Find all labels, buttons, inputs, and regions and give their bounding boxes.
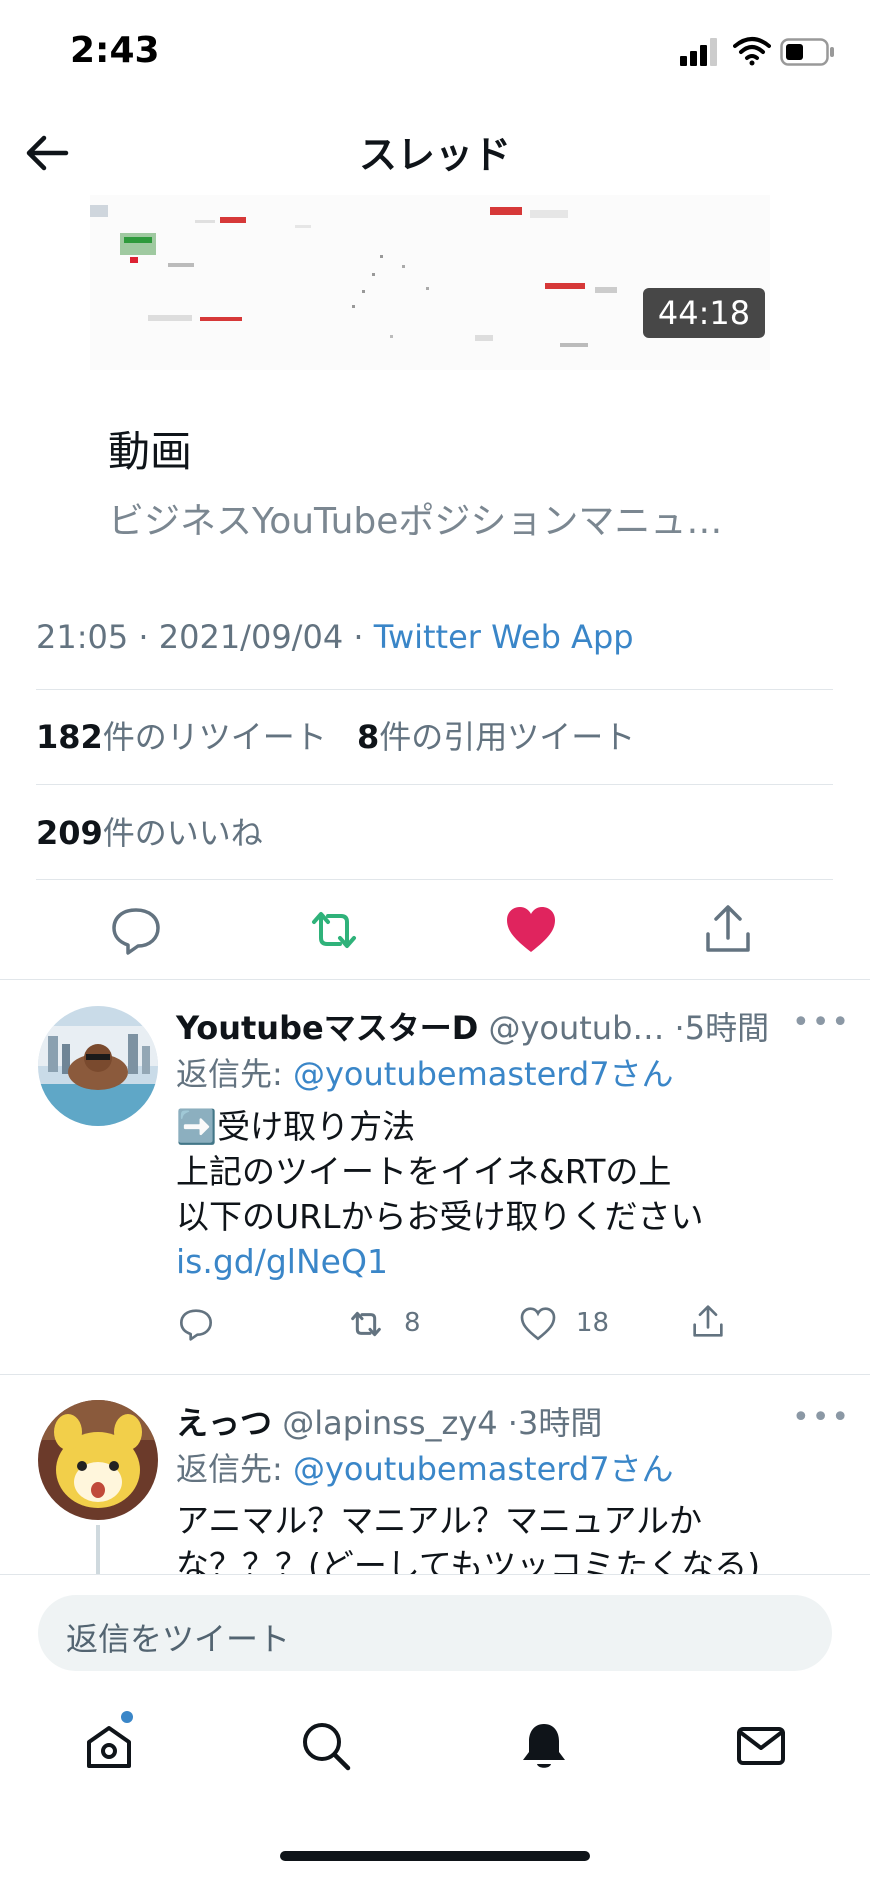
- reply-to-prefix: 返信先:: [176, 1055, 293, 1093]
- home-icon[interactable]: [81, 1718, 137, 1774]
- retweet-icon[interactable]: [304, 900, 364, 960]
- notification-dot: [121, 1711, 133, 1723]
- reply-time: ·5時間: [674, 1009, 770, 1047]
- reply-line: 上記のツイートをイイネ&RTの上: [176, 1152, 672, 1191]
- share-icon[interactable]: [698, 900, 758, 960]
- tweet-source-link[interactable]: Twitter Web App: [374, 618, 634, 656]
- divider: [0, 979, 870, 980]
- avatar[interactable]: [38, 1006, 158, 1126]
- divider: [0, 1374, 870, 1375]
- reply-to-handle[interactable]: @youtubemasterd7さん: [293, 1055, 674, 1093]
- retweets-count: 182: [36, 718, 103, 756]
- reply-like-count: 18: [576, 1308, 610, 1338]
- more-icon[interactable]: •••: [792, 1400, 851, 1435]
- reply-text: アニマル？マニアル？マニュアルか な？？？(どーしてもツッコミたくなる): [176, 1498, 836, 1574]
- heart-icon[interactable]: [501, 900, 561, 960]
- wifi-icon: [733, 37, 771, 66]
- card-description[interactable]: ビジネスYouTubeポジションマニュ…: [108, 492, 722, 544]
- likes-label: 件のいいね: [102, 814, 263, 852]
- reply-header: YoutubeマスターD @youtub… ·5時間: [176, 1003, 769, 1049]
- share-icon[interactable]: [688, 1302, 728, 1342]
- reply-author-handle[interactable]: @lapinss_zy4: [282, 1404, 497, 1442]
- heart-icon[interactable]: [518, 1304, 558, 1344]
- likes-count: 209: [36, 814, 103, 852]
- reply-author-name[interactable]: えっつ: [176, 1404, 272, 1442]
- video-thumbnail[interactable]: [90, 195, 770, 370]
- reply-to-line: 返信先: @youtubemasterd7さん: [176, 1049, 674, 1095]
- divider: [0, 1574, 870, 1575]
- reply-author-handle[interactable]: @youtub…: [488, 1009, 664, 1047]
- reply-link[interactable]: is.gd/glNeQ1: [176, 1239, 703, 1284]
- reply-input-placeholder: 返信をツイート: [66, 1620, 291, 1658]
- divider: [36, 689, 833, 690]
- reply-line: ➡️受け取り方法: [176, 1107, 416, 1146]
- divider: [36, 784, 833, 785]
- divider: [36, 879, 833, 880]
- reply-icon[interactable]: [176, 1304, 216, 1344]
- quotes-label: 件の引用ツイート: [379, 718, 636, 756]
- retweet-icon[interactable]: [346, 1304, 386, 1344]
- bell-icon[interactable]: [516, 1718, 572, 1774]
- card-title[interactable]: 動画: [108, 418, 192, 479]
- retweet-stats[interactable]: 182件のリツイート 8件の引用ツイート: [36, 712, 635, 758]
- reply-line: 以下のURLからお受け取りください: [176, 1197, 704, 1236]
- mail-icon[interactable]: [733, 1718, 789, 1774]
- status-time: 2:43: [70, 30, 160, 71]
- reply-to-prefix: 返信先:: [176, 1450, 293, 1488]
- tweet-timestamp: 21:05 · 2021/09/04 · Twitter Web App: [36, 618, 634, 656]
- reply-line: アニマル？マニアル？マニュアルか: [176, 1501, 703, 1540]
- home-indicator: [280, 1851, 590, 1861]
- more-icon[interactable]: •••: [792, 1005, 851, 1040]
- quotes-count: 8: [356, 718, 380, 756]
- reply-line: な？？？(どーしてもツッコミたくなる): [176, 1546, 761, 1574]
- reply-text: ➡️受け取り方法 上記のツイートをイイネ&RTの上 以下のURLからお受け取りく…: [176, 1104, 703, 1284]
- signal-icon: [680, 38, 717, 66]
- reply-time: ·3時間: [507, 1404, 603, 1442]
- page-title: スレッド: [358, 133, 511, 177]
- reply-author-name[interactable]: YoutubeマスターD: [176, 1009, 478, 1047]
- tweet-time-date: 21:05 · 2021/09/04 ·: [36, 618, 374, 656]
- likes-stats[interactable]: 209件のいいね: [36, 808, 263, 854]
- battery-icon: [780, 38, 834, 66]
- reply-icon[interactable]: [106, 900, 166, 960]
- retweets-label: 件のリツイート: [102, 718, 327, 756]
- reply-to-line: 返信先: @youtubemasterd7さん: [176, 1444, 674, 1490]
- video-duration-badge: 44:18: [643, 288, 765, 338]
- thread-line: [96, 1525, 100, 1575]
- reply-to-handle[interactable]: @youtubemasterd7さん: [293, 1450, 674, 1488]
- reply-header: えっつ @lapinss_zy4 ·3時間: [176, 1398, 602, 1444]
- avatar[interactable]: [38, 1400, 158, 1520]
- search-icon[interactable]: [298, 1718, 354, 1774]
- reply-retweet-count: 8: [404, 1308, 421, 1338]
